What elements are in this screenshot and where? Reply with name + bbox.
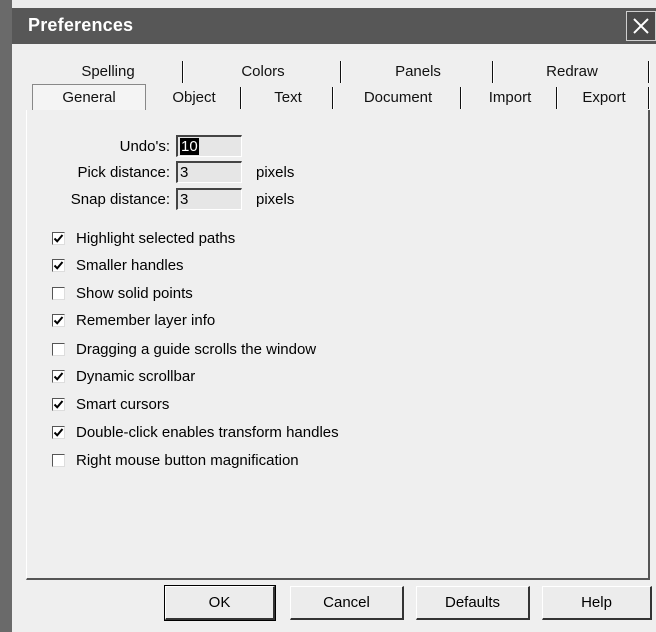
checkbox[interactable] xyxy=(52,369,65,383)
undos-value: 10 xyxy=(180,138,199,155)
tab-import[interactable]: Import xyxy=(462,84,558,110)
undos-input[interactable]: 10 xyxy=(176,135,242,157)
option-label: Right mouse button magnification xyxy=(76,451,299,469)
option-label: Smart cursors xyxy=(76,395,170,413)
checkbox[interactable] xyxy=(52,286,65,300)
checkbox[interactable] xyxy=(52,258,65,272)
tab-text[interactable]: Text xyxy=(242,84,334,110)
option-double-click-transform[interactable]: Double-click enables transform handles xyxy=(52,421,339,443)
option-label: Smaller handles xyxy=(76,256,184,274)
option-highlight-selected-paths[interactable]: Highlight selected paths xyxy=(52,227,235,249)
option-label: Dynamic scrollbar xyxy=(76,367,196,385)
option-dragging-guide-scrolls[interactable]: Dragging a guide scrolls the window xyxy=(52,338,316,360)
tab-label: Export xyxy=(582,88,626,106)
check-mark-icon xyxy=(53,315,64,325)
close-icon xyxy=(633,18,649,34)
check-mark-icon xyxy=(53,260,64,270)
check-mark-icon xyxy=(53,399,64,409)
pick-distance-label: Pick distance: xyxy=(77,163,170,181)
pick-distance-input[interactable]: 3 xyxy=(176,161,242,183)
option-label: Remember layer info xyxy=(76,311,216,329)
option-label: Dragging a guide scrolls the window xyxy=(76,340,317,358)
snap-distance-value: 3 xyxy=(180,191,189,208)
option-show-solid-points[interactable]: Show solid points xyxy=(52,282,193,304)
tab-label: Import xyxy=(488,88,532,106)
snap-distance-label: Snap distance: xyxy=(70,190,170,208)
pick-distance-value: 3 xyxy=(180,164,189,181)
tab-spelling[interactable]: Spelling xyxy=(32,58,184,84)
snap-distance-unit: pixels xyxy=(256,190,295,208)
tab-label: Text xyxy=(274,88,302,106)
check-mark-icon xyxy=(53,427,64,437)
tab-label: Object xyxy=(172,88,216,106)
tab-label: Document xyxy=(363,88,433,106)
checkbox[interactable] xyxy=(52,342,65,356)
checkbox[interactable] xyxy=(52,425,65,439)
ok-button[interactable]: OK xyxy=(164,585,276,621)
checkbox[interactable] xyxy=(52,453,65,467)
ok-label: OK xyxy=(208,594,231,611)
tab-row-front: General Object Text Document Import Expo… xyxy=(12,84,652,110)
option-label: Show solid points xyxy=(76,284,193,302)
tab-label: Redraw xyxy=(546,62,598,80)
option-smaller-handles[interactable]: Smaller handles xyxy=(52,254,184,276)
help-button[interactable]: Help xyxy=(542,586,652,620)
snap-distance-input[interactable]: 3 xyxy=(176,188,242,210)
checkbox[interactable] xyxy=(52,313,65,327)
field-pick-distance: Pick distance: 3 pixels xyxy=(34,160,294,184)
tab-label: Colors xyxy=(241,62,285,80)
field-snap-distance: Snap distance: 3 pixels xyxy=(34,187,294,211)
tab-colors[interactable]: Colors xyxy=(184,58,342,84)
tab-general[interactable]: General xyxy=(32,84,146,110)
pick-distance-unit: pixels xyxy=(256,163,295,181)
cancel-button[interactable]: Cancel xyxy=(290,586,404,620)
defaults-button[interactable]: Defaults xyxy=(416,586,530,620)
tab-redraw[interactable]: Redraw xyxy=(494,58,650,84)
background-strip xyxy=(0,0,12,632)
option-dynamic-scrollbar[interactable]: Dynamic scrollbar xyxy=(52,365,195,387)
tab-panels[interactable]: Panels xyxy=(342,58,494,84)
check-mark-icon xyxy=(53,233,64,243)
tab-object[interactable]: Object xyxy=(146,84,242,110)
option-right-mouse-magnification[interactable]: Right mouse button magnification xyxy=(52,449,299,471)
undos-label: Undo's: xyxy=(119,137,170,155)
option-smart-cursors[interactable]: Smart cursors xyxy=(52,393,169,415)
window-title: Preferences xyxy=(28,15,134,35)
help-label: Help xyxy=(581,594,612,611)
checkbox[interactable] xyxy=(52,231,65,245)
tab-document[interactable]: Document xyxy=(334,84,462,110)
defaults-label: Defaults xyxy=(444,594,501,611)
cancel-label: Cancel xyxy=(323,594,370,611)
tab-row-back: Spelling Colors Panels Redraw xyxy=(12,58,652,84)
option-label: Double-click enables transform handles xyxy=(76,423,339,441)
dialog-content: Spelling Colors Panels Redraw General Ob… xyxy=(12,44,656,632)
tab-label: Panels xyxy=(395,62,441,80)
option-remember-layer-info[interactable]: Remember layer info xyxy=(52,309,215,331)
option-label: Highlight selected paths xyxy=(76,229,236,247)
checkbox[interactable] xyxy=(52,397,65,411)
title-bar[interactable]: Preferences xyxy=(12,8,656,44)
preferences-dialog: Preferences Spelling Colors Panels Redra… xyxy=(0,0,656,632)
tab-label: General xyxy=(62,89,116,106)
close-button[interactable] xyxy=(626,11,656,41)
tab-export[interactable]: Export xyxy=(558,84,650,110)
check-mark-icon xyxy=(53,371,64,381)
tab-label: Spelling xyxy=(81,62,135,80)
field-undos: Undo's: 10 xyxy=(34,134,242,158)
